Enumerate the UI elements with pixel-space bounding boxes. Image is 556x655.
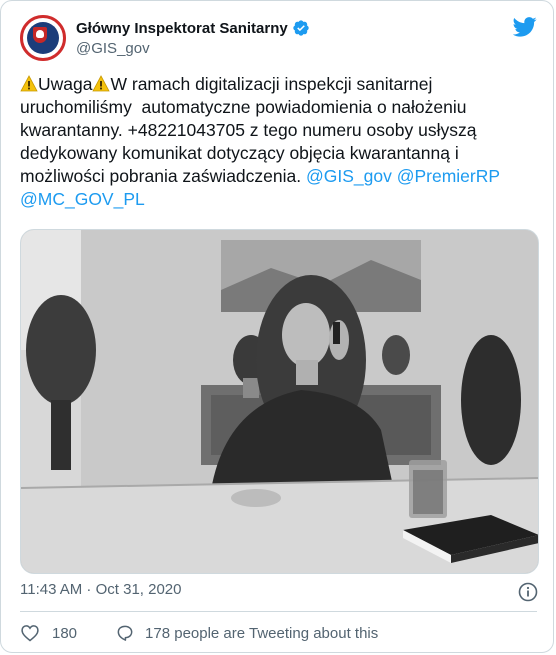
like-count[interactable]: 180 [52,625,77,642]
mention-mc-gov-pl[interactable]: @MC_GOV_PL [20,189,145,209]
author-handle[interactable]: @GIS_gov [76,40,150,57]
woman-on-phone-photo [21,230,538,573]
tweet-timestamp[interactable]: 11:43 AM · Oct 31, 2020 [20,581,181,598]
tweeting-about-link[interactable]: 178 people are Tweeting about this [145,625,378,642]
warning-icon [92,75,111,92]
timestamp-row: 11:43 AM · Oct 31, 2020 [20,581,538,603]
divider [20,611,537,612]
author-name-row: Główny Inspektorat Sanitarny [76,19,310,37]
info-icon[interactable] [518,582,538,602]
eagle-icon [36,30,44,38]
author-name[interactable]: Główny Inspektorat Sanitarny [76,20,288,37]
speech-bubble-icon[interactable] [115,623,135,643]
avatar[interactable] [20,15,66,61]
heart-icon[interactable] [20,623,40,643]
tweet-text: Uwaga W ramach digitalizacji inspekcji sa… [20,73,540,211]
tweet-header: Główny Inspektorat Sanitarny @GIS_gov [20,15,537,63]
tweet-photo[interactable] [20,229,539,574]
mention-gis-gov[interactable]: @GIS_gov [306,166,392,186]
mention-premierrp[interactable]: @PremierRP [397,166,500,186]
tweet-card: Główny Inspektorat Sanitarny @GIS_gov Uw… [0,0,554,653]
tweet-actions: 180 178 people are Tweeting about this [20,621,378,645]
uwaga-label: Uwaga [38,74,93,94]
warning-icon [20,75,38,92]
twitter-bird-icon[interactable] [513,17,537,37]
verified-badge-icon [293,20,309,36]
